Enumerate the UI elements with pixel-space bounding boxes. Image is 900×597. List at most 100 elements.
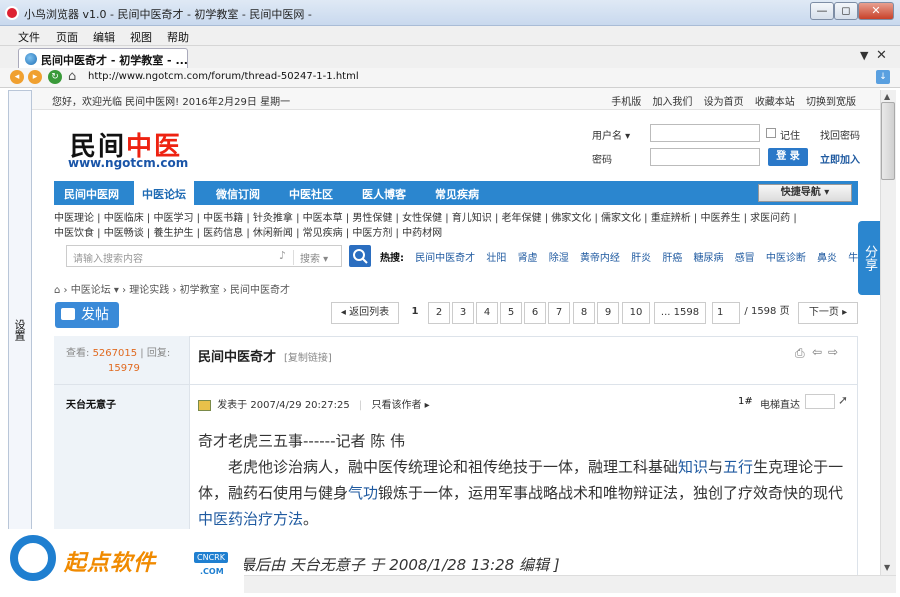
- search-icon: [353, 249, 368, 264]
- page-9[interactable]: 9: [597, 302, 619, 324]
- close-window-button[interactable]: ✕: [858, 2, 894, 20]
- menu-page[interactable]: 页面: [56, 29, 78, 45]
- menu-help[interactable]: 帮助: [167, 29, 189, 45]
- search-scope-select[interactable]: 搜索 ▾: [293, 250, 341, 265]
- nav-diseases[interactable]: 常见疾病: [435, 186, 479, 202]
- hot-search-label: 热搜:: [380, 253, 404, 264]
- hot-item[interactable]: 肾虚: [518, 253, 538, 264]
- page-5[interactable]: 5: [500, 302, 522, 324]
- keyword-link[interactable]: 中医药治疗方法: [198, 510, 303, 528]
- hot-item[interactable]: 民间中医奇才: [415, 253, 475, 264]
- edit-note: 最后由 天台无意子 于 2008/1/28 13:28 编辑 ]: [240, 556, 560, 574]
- username-input[interactable]: [650, 124, 760, 142]
- keyword-link[interactable]: 知识: [678, 458, 708, 476]
- menu-edit[interactable]: 编辑: [93, 29, 115, 45]
- breadcrumb-item[interactable]: 理论实践: [129, 285, 169, 296]
- settings-sidebar[interactable]: 设置: [8, 90, 32, 597]
- elevator-input[interactable]: [805, 394, 835, 409]
- password-input[interactable]: [650, 148, 760, 166]
- search-button[interactable]: [349, 245, 371, 267]
- window-title: 小鸟浏览器 v1.0 - 民间中医奇才 - 初学教室 - 民间中医网 -: [24, 8, 312, 21]
- forward-icon[interactable]: ▸: [28, 70, 42, 84]
- page-1[interactable]: 1: [404, 302, 426, 324]
- page-last[interactable]: ... 1598: [654, 302, 706, 324]
- scroll-down-icon[interactable]: ▼: [884, 563, 890, 572]
- hot-item[interactable]: 壮阳: [486, 253, 506, 264]
- page-7[interactable]: 7: [548, 302, 570, 324]
- nav-community[interactable]: 中医社区: [289, 186, 333, 202]
- scrollbar-thumb[interactable]: [881, 102, 895, 180]
- link-bookmark[interactable]: 收藏本站: [755, 97, 795, 108]
- page-4[interactable]: 4: [476, 302, 498, 324]
- hot-item[interactable]: 鼻炎: [817, 253, 837, 264]
- login-button[interactable]: 登 录: [768, 148, 808, 166]
- subnav-row-1[interactable]: 中医理论 | 中医临床 | 中医学习 | 中医书籍 | 针灸推拿 | 中医本草 …: [54, 209, 797, 224]
- keyword-link[interactable]: 五行: [723, 458, 753, 476]
- username-label[interactable]: 用户名 ▾: [592, 127, 630, 142]
- find-password-link[interactable]: 找回密码: [820, 127, 860, 142]
- prev-thread-icon[interactable]: ⇦: [812, 345, 822, 359]
- page-2[interactable]: 2: [428, 302, 450, 324]
- nav-home[interactable]: 民间中医网: [64, 186, 119, 202]
- share-button[interactable]: 分享: [858, 221, 880, 295]
- hot-item[interactable]: 除湿: [549, 253, 569, 264]
- menu-file[interactable]: 文件: [18, 29, 40, 45]
- scroll-up-icon[interactable]: ▲: [884, 92, 890, 101]
- register-link[interactable]: 立即加入: [820, 151, 860, 166]
- back-icon[interactable]: ◂: [10, 70, 24, 84]
- hot-item[interactable]: 肝癌: [662, 253, 682, 264]
- link-widescreen[interactable]: 切换到宽版: [806, 97, 856, 108]
- keyword-link[interactable]: 气功: [348, 484, 378, 502]
- microphone-icon[interactable]: ♪: [279, 249, 286, 262]
- download-icon[interactable]: ↓: [876, 70, 890, 84]
- url-field[interactable]: http://www.ngotcm.com/forum/thread-50247…: [88, 71, 359, 82]
- hot-item[interactable]: 中医诊断: [766, 253, 806, 264]
- copy-link[interactable]: [复制链接]: [284, 349, 332, 364]
- only-author-link[interactable]: 只看该作者 ▸: [371, 400, 429, 411]
- breadcrumb-item[interactable]: 初学教室: [180, 285, 220, 296]
- nav-wechat[interactable]: 微信订阅: [216, 186, 260, 202]
- page-10[interactable]: 10: [622, 302, 650, 324]
- minimize-button[interactable]: —: [810, 2, 834, 20]
- hot-item[interactable]: 糖尿病: [694, 253, 724, 264]
- maximize-button[interactable]: ◻: [834, 2, 858, 20]
- settings-label: 设置: [13, 319, 26, 341]
- menu-view[interactable]: 视图: [130, 29, 152, 45]
- home-icon[interactable]: ⌂: [54, 285, 60, 296]
- link-join[interactable]: 加入我们: [652, 97, 692, 108]
- page-3[interactable]: 3: [452, 302, 474, 324]
- breadcrumb-item[interactable]: 中医论坛 ▾: [71, 285, 119, 296]
- quick-nav-button[interactable]: 快捷导航 ▾: [758, 184, 852, 202]
- nav-forum[interactable]: 中医论坛: [134, 181, 194, 205]
- print-icon[interactable]: ⎙: [795, 346, 805, 361]
- jump-icon[interactable]: ➚: [838, 393, 848, 407]
- link-mobile[interactable]: 手机版: [611, 97, 641, 108]
- page-6[interactable]: 6: [524, 302, 546, 324]
- page-8[interactable]: 8: [573, 302, 595, 324]
- back-to-list-button[interactable]: ◂ 返回列表: [331, 302, 399, 324]
- subnav-row-2[interactable]: 中医饮食 | 中医畅谈 | 養生护生 | 医药信息 | 休闲新闻 | 常见疾病 …: [54, 224, 442, 239]
- browser-tab[interactable]: 民间中医奇才 - 初学教室 - ...: [18, 48, 188, 68]
- search-input[interactable]: 请输入搜索内容 ♪ 搜索 ▾: [66, 245, 342, 267]
- new-post-button[interactable]: 发帖: [55, 302, 119, 328]
- author-name[interactable]: 天台无意子: [66, 396, 116, 411]
- page-jump-input[interactable]: 1: [712, 302, 740, 324]
- tab-dropdown-icon[interactable]: ▼: [860, 49, 868, 62]
- close-tab-icon[interactable]: ✕: [876, 48, 887, 63]
- next-page-button[interactable]: 下一页 ▸: [798, 302, 858, 324]
- remember-checkbox[interactable]: [766, 128, 776, 138]
- page-total: / 1598 页: [744, 306, 790, 317]
- post-divider: [54, 384, 858, 385]
- content-text: 。: [303, 510, 319, 528]
- tab-label: 民间中医奇才 - 初学教室 - ...: [41, 54, 188, 67]
- link-homepage[interactable]: 设为首页: [704, 97, 744, 108]
- home-icon[interactable]: ⌂: [68, 69, 76, 84]
- hot-item[interactable]: 黄帝内经: [580, 253, 620, 264]
- hot-item[interactable]: 感冒: [735, 253, 755, 264]
- post-time: 发表于 2007/4/29 20:27:25: [217, 400, 350, 411]
- refresh-icon[interactable]: ↻: [48, 70, 62, 84]
- hot-item[interactable]: 肝炎: [631, 253, 651, 264]
- next-thread-icon[interactable]: ⇨: [828, 345, 838, 359]
- breadcrumb-item[interactable]: 民间中医奇才: [230, 285, 290, 296]
- nav-blog[interactable]: 医人博客: [362, 186, 406, 202]
